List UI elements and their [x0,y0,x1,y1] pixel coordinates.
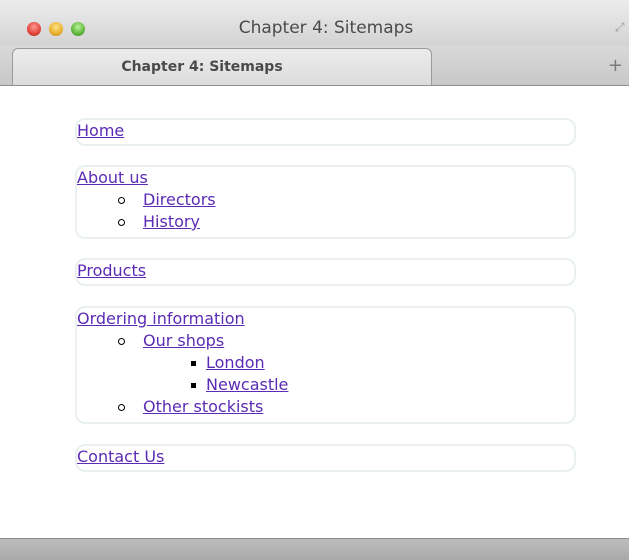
other-stockists-link[interactable]: Other stockists [143,397,263,416]
ordering-information-link[interactable]: Ordering information [77,309,245,328]
about-us-link[interactable]: About us [77,168,148,187]
london-link[interactable]: London [206,353,265,372]
new-tab-button[interactable]: + [608,55,623,76]
tab-bar: Chapter 4: Sitemaps + [0,46,629,86]
our-shops-link[interactable]: Our shops [143,331,224,350]
list-item: Our shops London Newcastle [113,330,574,396]
title-bar: Chapter 4: Sitemaps ⤢ [0,0,629,47]
fullscreen-icon[interactable]: ⤢ [615,20,627,34]
home-link[interactable]: Home [77,121,124,140]
history-link[interactable]: History [143,212,200,231]
tab-label: Chapter 4: Sitemaps [121,59,283,75]
about-sublist: Directors History [77,189,574,233]
products-link[interactable]: Products [77,261,146,280]
list-item: History [113,211,574,233]
sitemap-item-products: Products [75,258,576,286]
sitemap-item-contact: Contact Us [75,444,576,472]
status-bar [0,538,629,560]
browser-window: Chapter 4: Sitemaps ⤢ Chapter 4: Sitemap… [0,0,629,560]
list-item: Newcastle [143,374,574,396]
directors-link[interactable]: Directors [143,190,216,209]
shops-sublist: London Newcastle [143,352,574,396]
window-title: Chapter 4: Sitemaps [238,18,414,38]
contact-us-link[interactable]: Contact Us [77,447,164,466]
sitemap-item-ordering: Ordering information Our shops London Ne… [75,306,576,424]
page-content: Home About us Directors History Products… [0,86,629,538]
list-item: Directors [113,189,574,211]
ordering-sublist: Our shops London Newcastle Other stockis… [77,330,574,418]
list-item: Other stockists [113,396,574,418]
sitemap-item-about: About us Directors History [75,165,576,239]
active-tab[interactable]: Chapter 4: Sitemaps [12,48,432,85]
newcastle-link[interactable]: Newcastle [206,375,288,394]
list-item: London [143,352,574,374]
sitemap-item-home: Home [75,118,576,146]
